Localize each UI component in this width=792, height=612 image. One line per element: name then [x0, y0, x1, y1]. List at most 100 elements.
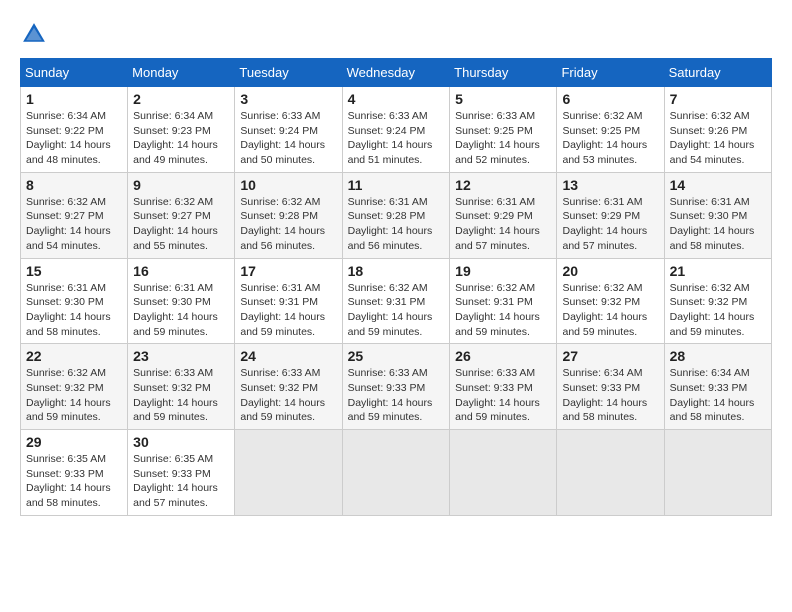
day-info: Sunrise: 6:34 AMSunset: 9:33 PMDaylight:…: [670, 366, 766, 425]
day-number: 30: [133, 434, 229, 450]
day-number: 2: [133, 91, 229, 107]
day-number: 22: [26, 348, 122, 364]
day-info: Sunrise: 6:32 AMSunset: 9:32 PMDaylight:…: [670, 281, 766, 340]
day-info: Sunrise: 6:32 AMSunset: 9:31 PMDaylight:…: [348, 281, 445, 340]
day-info: Sunrise: 6:34 AMSunset: 9:33 PMDaylight:…: [562, 366, 658, 425]
calendar-header-row: SundayMondayTuesdayWednesdayThursdayFrid…: [21, 59, 772, 87]
column-header-saturday: Saturday: [664, 59, 771, 87]
day-number: 7: [670, 91, 766, 107]
calendar-table: SundayMondayTuesdayWednesdayThursdayFrid…: [20, 58, 772, 516]
day-number: 10: [240, 177, 336, 193]
calendar-cell: 4 Sunrise: 6:33 AMSunset: 9:24 PMDaylight…: [342, 87, 450, 173]
calendar-cell: 24 Sunrise: 6:33 AMSunset: 9:32 PMDayligh…: [235, 344, 342, 430]
day-info: Sunrise: 6:32 AMSunset: 9:26 PMDaylight:…: [670, 109, 766, 168]
day-info: Sunrise: 6:31 AMSunset: 9:28 PMDaylight:…: [348, 195, 445, 254]
calendar-cell: [664, 430, 771, 516]
logo-icon: [20, 20, 48, 48]
calendar-cell: [342, 430, 450, 516]
day-number: 19: [455, 263, 551, 279]
day-info: Sunrise: 6:32 AMSunset: 9:32 PMDaylight:…: [26, 366, 122, 425]
column-header-thursday: Thursday: [450, 59, 557, 87]
day-info: Sunrise: 6:31 AMSunset: 9:31 PMDaylight:…: [240, 281, 336, 340]
day-number: 9: [133, 177, 229, 193]
calendar-cell: 18 Sunrise: 6:32 AMSunset: 9:31 PMDayligh…: [342, 258, 450, 344]
day-info: Sunrise: 6:32 AMSunset: 9:27 PMDaylight:…: [133, 195, 229, 254]
day-number: 20: [562, 263, 658, 279]
calendar-week-row: 29 Sunrise: 6:35 AMSunset: 9:33 PMDayligh…: [21, 430, 772, 516]
calendar-cell: 8 Sunrise: 6:32 AMSunset: 9:27 PMDaylight…: [21, 172, 128, 258]
day-number: 27: [562, 348, 658, 364]
calendar-cell: 27 Sunrise: 6:34 AMSunset: 9:33 PMDayligh…: [557, 344, 664, 430]
calendar-week-row: 22 Sunrise: 6:32 AMSunset: 9:32 PMDayligh…: [21, 344, 772, 430]
calendar-cell: 19 Sunrise: 6:32 AMSunset: 9:31 PMDayligh…: [450, 258, 557, 344]
day-number: 18: [348, 263, 445, 279]
calendar-cell: 28 Sunrise: 6:34 AMSunset: 9:33 PMDayligh…: [664, 344, 771, 430]
calendar-cell: 26Sunrise: 6:33 AMSunset: 9:33 PMDayligh…: [450, 344, 557, 430]
day-info: Sunrise: 6:34 AMSunset: 9:23 PMDaylight:…: [133, 109, 229, 168]
day-info: Sunrise: 6:32 AMSunset: 9:32 PMDaylight:…: [562, 281, 658, 340]
day-number: 21: [670, 263, 766, 279]
calendar-cell: 16 Sunrise: 6:31 AMSunset: 9:30 PMDayligh…: [128, 258, 235, 344]
day-info: Sunrise: 6:33 AMSunset: 9:25 PMDaylight:…: [455, 109, 551, 168]
day-info: Sunrise: 6:32 AMSunset: 9:31 PMDaylight:…: [455, 281, 551, 340]
calendar-cell: [235, 430, 342, 516]
day-info: Sunrise: 6:32 AMSunset: 9:27 PMDaylight:…: [26, 195, 122, 254]
calendar-cell: 23 Sunrise: 6:33 AMSunset: 9:32 PMDayligh…: [128, 344, 235, 430]
day-info: Sunrise: 6:33 AMSunset: 9:33 PMDaylight:…: [455, 366, 551, 425]
calendar-cell: 15 Sunrise: 6:31 AMSunset: 9:30 PMDayligh…: [21, 258, 128, 344]
calendar-cell: 20 Sunrise: 6:32 AMSunset: 9:32 PMDayligh…: [557, 258, 664, 344]
calendar-cell: 7 Sunrise: 6:32 AMSunset: 9:26 PMDaylight…: [664, 87, 771, 173]
day-number: 13: [562, 177, 658, 193]
calendar-body: 1 Sunrise: 6:34 AMSunset: 9:22 PMDaylight…: [21, 87, 772, 516]
calendar-cell: [450, 430, 557, 516]
day-number: 11: [348, 177, 445, 193]
calendar-cell: 2 Sunrise: 6:34 AMSunset: 9:23 PMDaylight…: [128, 87, 235, 173]
calendar-week-row: 1 Sunrise: 6:34 AMSunset: 9:22 PMDaylight…: [21, 87, 772, 173]
calendar-cell: [557, 430, 664, 516]
calendar-week-row: 15 Sunrise: 6:31 AMSunset: 9:30 PMDayligh…: [21, 258, 772, 344]
day-info: Sunrise: 6:34 AMSunset: 9:22 PMDaylight:…: [26, 109, 122, 168]
column-header-sunday: Sunday: [21, 59, 128, 87]
day-number: 23: [133, 348, 229, 364]
calendar-cell: 9 Sunrise: 6:32 AMSunset: 9:27 PMDaylight…: [128, 172, 235, 258]
day-number: 6: [562, 91, 658, 107]
day-info: Sunrise: 6:31 AMSunset: 9:30 PMDaylight:…: [26, 281, 122, 340]
calendar-cell: 3Sunrise: 6:33 AMSunset: 9:24 PMDaylight…: [235, 87, 342, 173]
calendar-cell: 25Sunrise: 6:33 AMSunset: 9:33 PMDayligh…: [342, 344, 450, 430]
day-number: 16: [133, 263, 229, 279]
calendar-week-row: 8 Sunrise: 6:32 AMSunset: 9:27 PMDaylight…: [21, 172, 772, 258]
day-number: 29: [26, 434, 122, 450]
calendar-cell: 11 Sunrise: 6:31 AMSunset: 9:28 PMDayligh…: [342, 172, 450, 258]
day-number: 15: [26, 263, 122, 279]
calendar-cell: 6 Sunrise: 6:32 AMSunset: 9:25 PMDaylight…: [557, 87, 664, 173]
day-number: 14: [670, 177, 766, 193]
day-info: Sunrise: 6:33 AMSunset: 9:33 PMDaylight:…: [348, 366, 445, 425]
day-number: 8: [26, 177, 122, 193]
day-info: Sunrise: 6:32 AMSunset: 9:28 PMDaylight:…: [240, 195, 336, 254]
day-info: Sunrise: 6:32 AMSunset: 9:25 PMDaylight:…: [562, 109, 658, 168]
calendar-cell: 12Sunrise: 6:31 AMSunset: 9:29 PMDayligh…: [450, 172, 557, 258]
day-number: 24: [240, 348, 336, 364]
day-number: 4: [348, 91, 445, 107]
column-header-monday: Monday: [128, 59, 235, 87]
calendar-cell: 5Sunrise: 6:33 AMSunset: 9:25 PMDaylight…: [450, 87, 557, 173]
day-info: Sunrise: 6:31 AMSunset: 9:30 PMDaylight:…: [133, 281, 229, 340]
day-info: Sunrise: 6:35 AMSunset: 9:33 PMDaylight:…: [133, 452, 229, 511]
calendar-cell: 22 Sunrise: 6:32 AMSunset: 9:32 PMDayligh…: [21, 344, 128, 430]
day-info: Sunrise: 6:31 AMSunset: 9:29 PMDaylight:…: [455, 195, 551, 254]
day-number: 17: [240, 263, 336, 279]
column-header-wednesday: Wednesday: [342, 59, 450, 87]
day-info: Sunrise: 6:33 AMSunset: 9:24 PMDaylight:…: [348, 109, 445, 168]
calendar-cell: 30 Sunrise: 6:35 AMSunset: 9:33 PMDayligh…: [128, 430, 235, 516]
calendar-cell: 13 Sunrise: 6:31 AMSunset: 9:29 PMDayligh…: [557, 172, 664, 258]
day-info: Sunrise: 6:31 AMSunset: 9:29 PMDaylight:…: [562, 195, 658, 254]
day-number: 3: [240, 91, 336, 107]
day-info: Sunrise: 6:33 AMSunset: 9:32 PMDaylight:…: [240, 366, 336, 425]
column-header-friday: Friday: [557, 59, 664, 87]
logo: [20, 20, 52, 48]
day-info: Sunrise: 6:35 AMSunset: 9:33 PMDaylight:…: [26, 452, 122, 511]
day-info: Sunrise: 6:33 AMSunset: 9:32 PMDaylight:…: [133, 366, 229, 425]
calendar-cell: 29 Sunrise: 6:35 AMSunset: 9:33 PMDayligh…: [21, 430, 128, 516]
day-number: 28: [670, 348, 766, 364]
day-number: 1: [26, 91, 122, 107]
